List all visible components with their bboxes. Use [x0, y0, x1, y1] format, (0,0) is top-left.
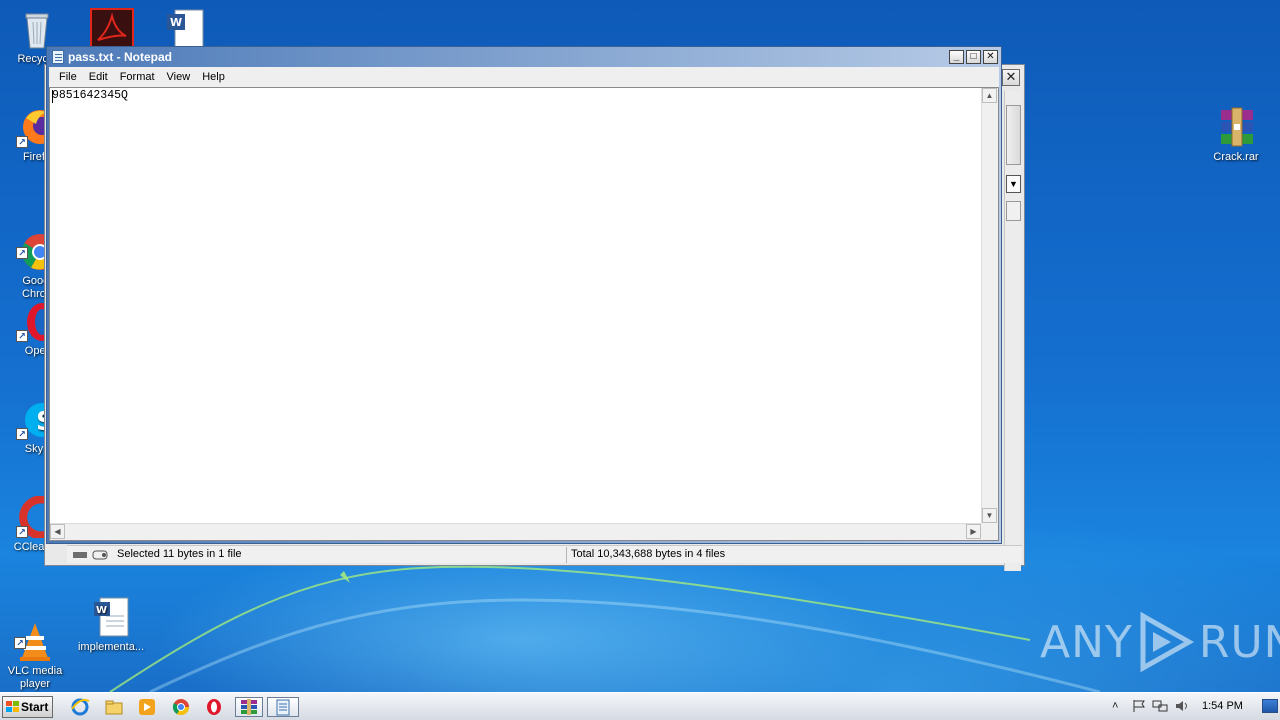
- menu-help[interactable]: Help: [196, 71, 231, 83]
- vertical-scrollbar[interactable]: ▲ ▼: [981, 88, 998, 523]
- drive-key-icon: [73, 550, 108, 560]
- system-tray: ˄ 1:54 PM: [1102, 693, 1280, 720]
- word-desktop-icon[interactable]: W: [163, 8, 207, 49]
- action-center-flag-icon[interactable]: [1132, 699, 1146, 713]
- shortcut-arrow-icon: ↗: [16, 247, 28, 259]
- taskbar-winrar[interactable]: [235, 697, 263, 717]
- watermark-right-text: RUN: [1198, 616, 1280, 668]
- show-desktop-button[interactable]: [1262, 699, 1278, 713]
- window-controls: _ □ ✕: [949, 50, 998, 65]
- text-editor-area[interactable]: 9851642345Q ▲ ▼ ◀ ▶: [49, 87, 999, 541]
- volume-icon[interactable]: [1174, 699, 1190, 713]
- scroll-down-icon[interactable]: ▼: [982, 508, 997, 523]
- desktop-icon-crack-rar[interactable]: Crack.rar: [1201, 106, 1271, 164]
- vlc-icon: ↗: [14, 607, 56, 661]
- desktop-icon-document[interactable]: W implementa...: [76, 596, 146, 654]
- scroll-up-icon[interactable]: ▲: [982, 88, 997, 103]
- acrobat-icon: [97, 12, 127, 41]
- internet-explorer-icon: [71, 698, 90, 716]
- scrollbar-corner: [981, 523, 998, 540]
- scroll-right-icon[interactable]: ▶: [966, 524, 981, 539]
- show-hidden-icons-icon[interactable]: ˄: [1112, 700, 1118, 712]
- media-player-icon: [139, 699, 155, 715]
- window-title: pass.txt - Notepad: [68, 50, 173, 64]
- taskbar: Start ˄ 1:54 PM: [0, 692, 1280, 720]
- status-bar: Selected 11 bytes in 1 file Total 10,343…: [67, 545, 1022, 563]
- chrome-icon: [172, 699, 190, 716]
- clock[interactable]: 1:54 PM: [1202, 700, 1243, 712]
- opera-icon: [207, 699, 221, 715]
- horizontal-scrollbar[interactable]: ◀ ▶: [50, 523, 981, 540]
- notepad-titlebar[interactable]: pass.txt - Notepad _ □ ✕: [47, 47, 1001, 67]
- svg-text:W: W: [170, 16, 182, 29]
- winrar-archive-icon: [1215, 106, 1257, 148]
- shortcut-arrow-icon: ↗: [16, 330, 28, 342]
- recycle-bin-icon: [16, 8, 58, 50]
- start-button[interactable]: Start: [2, 696, 53, 718]
- maximize-button[interactable]: □: [966, 50, 981, 64]
- desktop-icon-label: Crack.rar: [1213, 151, 1259, 163]
- notepad-window: pass.txt - Notepad _ □ ✕ File Edit Forma…: [46, 46, 1002, 544]
- menu-format[interactable]: Format: [114, 71, 161, 83]
- taskbar-chrome[interactable]: [170, 697, 192, 717]
- network-icon[interactable]: [1152, 699, 1168, 713]
- scroll-down-icon[interactable]: ▼: [1006, 175, 1021, 193]
- notepad-icon: [276, 699, 290, 716]
- menu-file[interactable]: File: [53, 71, 83, 83]
- acrobat-desktop-icon[interactable]: [90, 8, 134, 48]
- taskbar-explorer[interactable]: [103, 697, 125, 717]
- watermark-left-text: ANY: [1040, 616, 1133, 668]
- svg-text:W: W: [96, 605, 107, 616]
- menu-view[interactable]: View: [161, 71, 197, 83]
- editor-content[interactable]: 9851642345Q: [52, 89, 128, 102]
- shortcut-arrow-icon: ↗: [16, 526, 28, 538]
- start-label: Start: [21, 700, 49, 714]
- minimize-button[interactable]: _: [949, 50, 964, 64]
- shortcut-arrow-icon: ↗: [14, 637, 26, 649]
- windows-logo-icon: [6, 701, 19, 712]
- taskbar-opera[interactable]: [203, 697, 225, 717]
- play-icon: [1140, 612, 1194, 672]
- notepad-icon: [52, 50, 64, 64]
- menu-edit[interactable]: Edit: [83, 71, 114, 83]
- taskbar-media-player[interactable]: [136, 697, 158, 717]
- desktop-icon-vlc[interactable]: ↗ VLC media player: [0, 594, 70, 692]
- scroll-left-icon[interactable]: ◀: [50, 524, 65, 539]
- status-bar-selection: Selected 11 bytes in 1 file: [69, 547, 567, 563]
- shortcut-arrow-icon: ↗: [16, 136, 28, 148]
- desktop-icon-label: implementa...: [77, 641, 145, 653]
- explorer-folder-icon: [105, 700, 123, 715]
- word-document-icon: W: [90, 596, 132, 638]
- status-selection-text: Selected 11 bytes in 1 file: [117, 548, 242, 560]
- anyrun-watermark: ANY RUN: [1040, 612, 1280, 672]
- scrollbar-segment: [1006, 201, 1021, 221]
- winrar-icon: [241, 699, 257, 715]
- word-document-icon: W: [167, 9, 204, 49]
- close-button[interactable]: ✕: [983, 50, 998, 64]
- shortcut-arrow-icon: ↗: [16, 428, 28, 440]
- taskbar-notepad[interactable]: [267, 697, 299, 717]
- background-window-close-button[interactable]: ✕: [1002, 69, 1020, 86]
- taskbar-internet-explorer[interactable]: [69, 697, 91, 717]
- status-total-text: Total 10,343,688 bytes in 4 files: [571, 548, 726, 560]
- scrollbar-thumb[interactable]: [1006, 105, 1021, 165]
- menu-bar: File Edit Format View Help: [49, 67, 999, 87]
- desktop-icon-label: VLC media player: [7, 665, 63, 690]
- background-window-scrollbar[interactable]: ▼: [1004, 91, 1021, 571]
